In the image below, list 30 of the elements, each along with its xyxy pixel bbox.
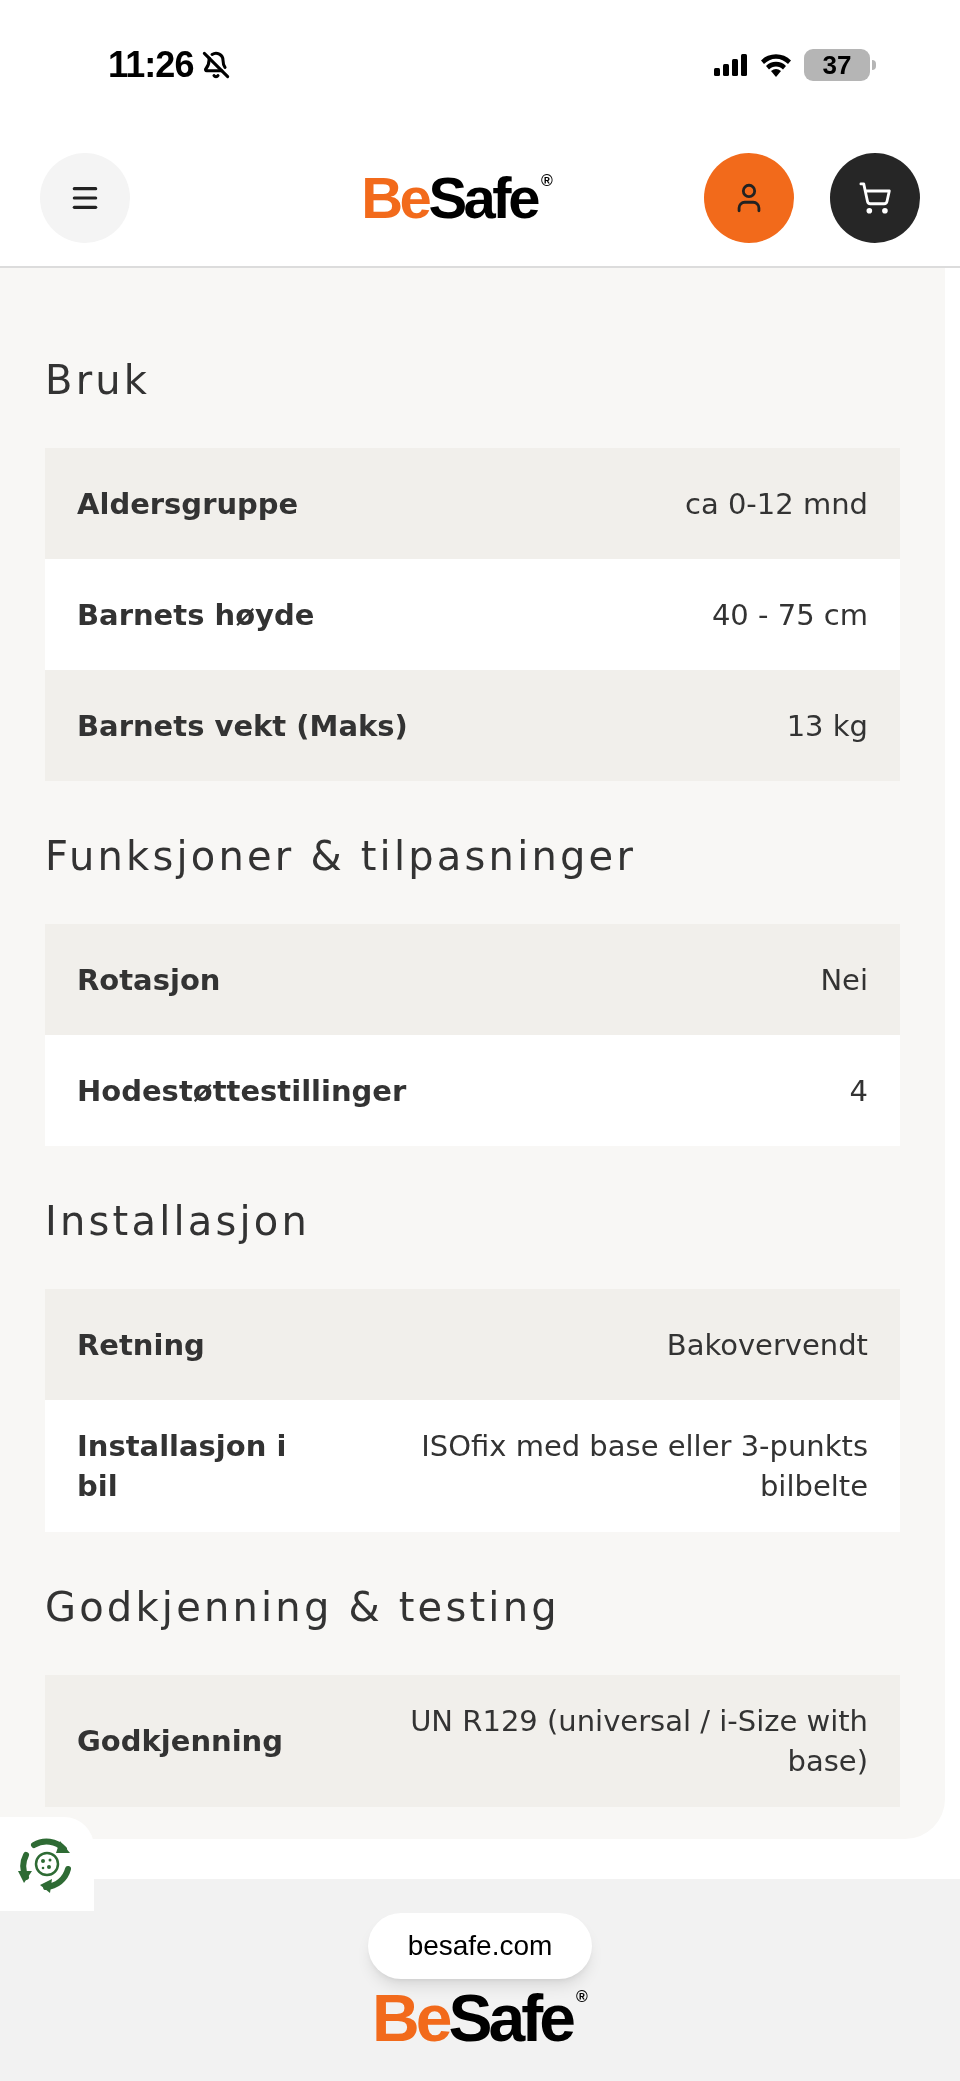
spec-value: UN R129 (universal / i-Size with base) (409, 1703, 868, 1780)
section-heading: Funksjoner & tilpasninger (45, 832, 638, 881)
recycle-badge[interactable] (0, 1817, 94, 1911)
spec-value: ca 0-12 mnd (685, 485, 868, 523)
spec-label: Barnets vekt (Maks) (77, 707, 408, 745)
spec-label: Godkjenning (77, 1723, 284, 1760)
cart-icon (858, 181, 892, 215)
signal-icon (714, 54, 748, 76)
spec-value: 13 kg (786, 707, 868, 745)
spec-label: Aldersgruppe (77, 485, 299, 523)
section-heading: Installasjon (45, 1197, 312, 1246)
brand-logo[interactable]: BeSafe® (361, 169, 553, 227)
section-heading: Godkjenning & testing (45, 1583, 561, 1632)
spec-label: Hodestøttestillinger (77, 1072, 407, 1110)
status-time: 11:26 (108, 43, 194, 87)
battery-indicator: 37 (804, 49, 876, 81)
wifi-icon (760, 53, 792, 77)
spec-label: Retning (77, 1326, 205, 1364)
spec-value: Nei (820, 961, 868, 999)
brand-logo[interactable]: BeSafe® (372, 1985, 588, 2051)
spec-label: Barnets høyde (77, 596, 315, 634)
url-pill[interactable]: besafe.com (367, 1913, 593, 1979)
spec-value: Bakovervendt (666, 1326, 868, 1364)
section-heading: Bruk (45, 356, 152, 405)
spec-value: 4 (849, 1072, 868, 1110)
spec-label: Rotasjon (77, 961, 221, 999)
spec-label: Installasjon i bil (77, 1428, 288, 1505)
spec-value: 40 - 75 cm (711, 596, 868, 634)
bell-off-icon (201, 51, 230, 79)
spec-value: ISOfix med base eller 3-punkts bilbelte (420, 1428, 868, 1505)
